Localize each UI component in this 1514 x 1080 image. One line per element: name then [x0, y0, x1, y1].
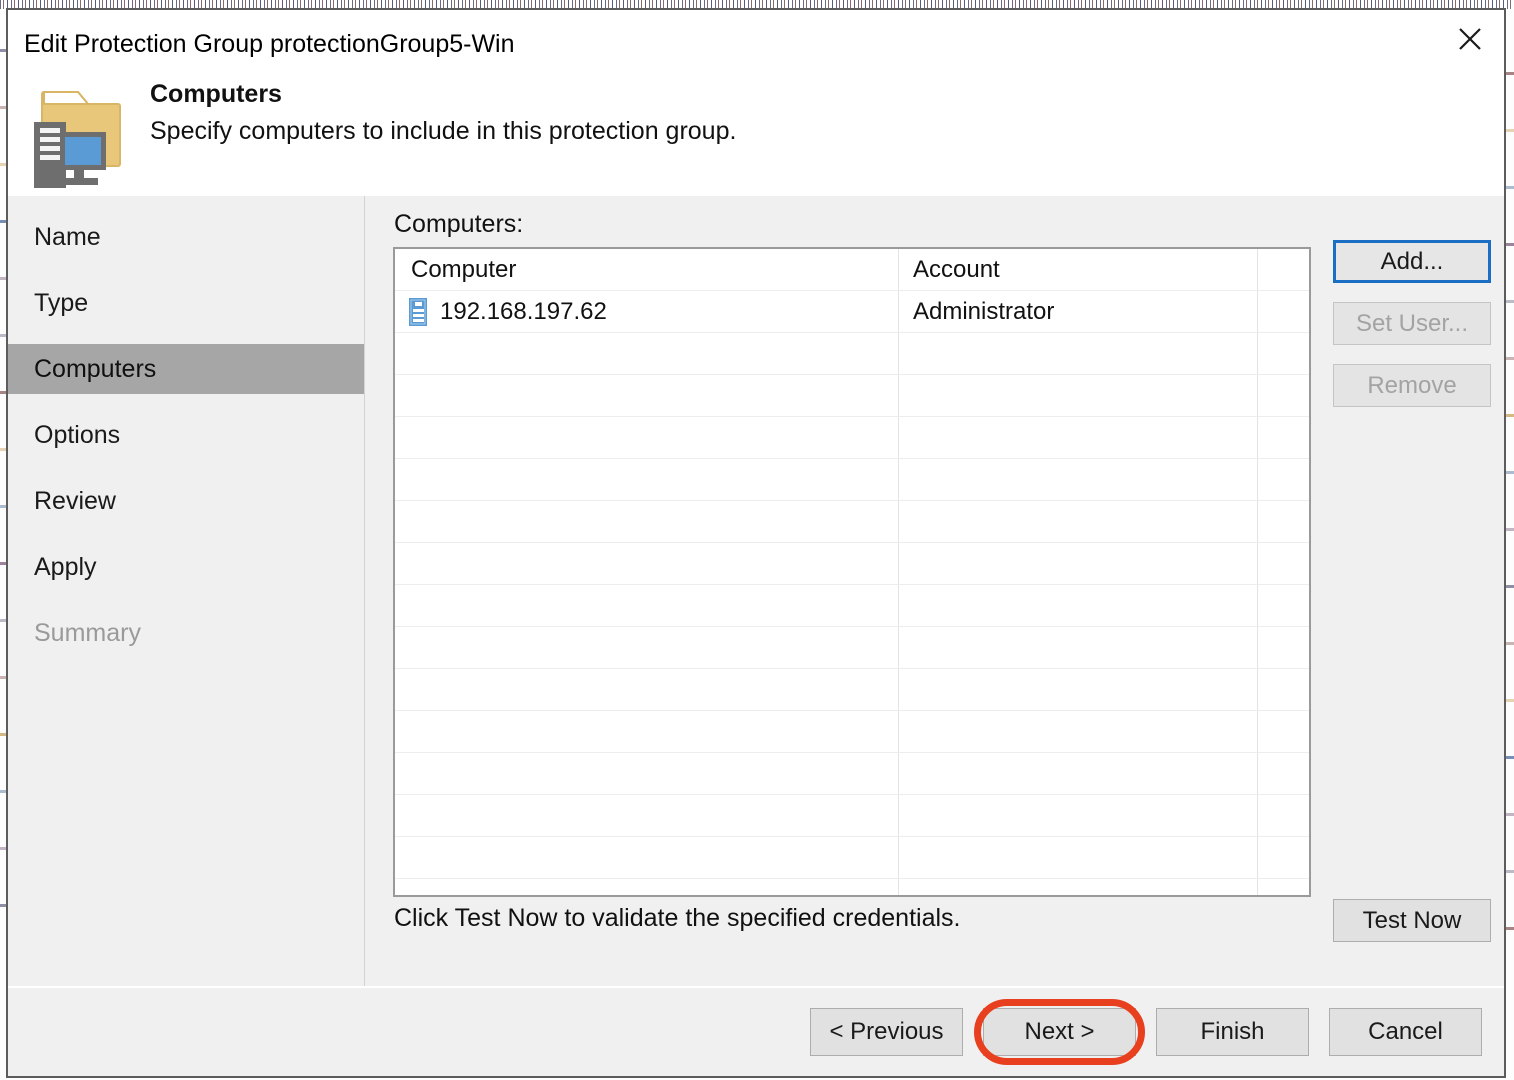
background-fleck: [1506, 357, 1514, 360]
next-button[interactable]: Next >: [983, 1008, 1136, 1056]
edit-protection-group-dialog: Edit Protection Group protectionGroup5-W…: [6, 8, 1506, 1078]
screen: Edit Protection Group protectionGroup5-W…: [0, 0, 1514, 1080]
cell-computer: 192.168.197.62: [409, 291, 607, 333]
background-fleck: [1506, 471, 1514, 474]
background-fleck: [1506, 699, 1514, 702]
sidebar-item-label: Name: [34, 222, 101, 251]
sidebar-item-summary: Summary: [8, 608, 364, 658]
background-fleck: [1506, 870, 1514, 873]
sidebar-item-label: Review: [34, 486, 116, 515]
background-fleck: [1506, 186, 1514, 189]
page-title: Computers: [150, 80, 282, 108]
table-row-empty[interactable]: [395, 627, 1309, 669]
test-now-button[interactable]: Test Now: [1333, 899, 1491, 942]
sidebar-item-apply[interactable]: Apply: [8, 542, 364, 592]
column-header-account[interactable]: Account: [913, 249, 1000, 291]
sidebar-item-label: Type: [34, 288, 89, 317]
background-window-right-edge: [1506, 9, 1514, 1080]
background-fleck: [1506, 756, 1514, 759]
sidebar-item-label: Options: [34, 420, 121, 449]
remove-button: Remove: [1333, 364, 1491, 407]
background-fleck: [1506, 72, 1514, 75]
background-fleck: [1506, 642, 1514, 645]
previous-button[interactable]: < Previous: [810, 1008, 963, 1056]
dialog-body: Name Type Computers Options Review Apply Summa…: [8, 196, 1504, 986]
computer-name: 192.168.197.62: [440, 298, 607, 325]
table-row-empty[interactable]: [395, 417, 1309, 459]
page-subtitle: Specify computers to include in this pro…: [150, 116, 737, 145]
background-fleck: [1506, 129, 1514, 132]
background-fleck: [1506, 813, 1514, 816]
dialog-footer: < Previous Next > Finish Cancel: [8, 986, 1504, 1076]
sidebar-item-type[interactable]: Type: [8, 278, 364, 328]
column-header-computer[interactable]: Computer: [411, 249, 516, 291]
sidebar-item-computers[interactable]: Computers: [8, 344, 364, 394]
row-separator: [395, 878, 1309, 879]
table-row-empty[interactable]: [395, 837, 1309, 879]
background-fleck: [1506, 528, 1514, 531]
table-row-empty[interactable]: [395, 501, 1309, 543]
table-row-empty[interactable]: [395, 333, 1309, 375]
table-row-empty[interactable]: [395, 711, 1309, 753]
table-row-empty[interactable]: [395, 753, 1309, 795]
table-row[interactable]: 192.168.197.62 Administrator: [395, 291, 1309, 333]
finish-button[interactable]: Finish: [1156, 1008, 1309, 1056]
background-fleck: [1506, 243, 1514, 246]
sidebar-item-label: Apply: [34, 552, 97, 581]
computers-table[interactable]: Computer Account 192.168.197.62 Administra…: [393, 247, 1311, 897]
window-title: Edit Protection Group protectionGroup5-W…: [24, 30, 515, 58]
table-row-empty[interactable]: [395, 795, 1309, 837]
table-row-empty[interactable]: [395, 669, 1309, 711]
cancel-button[interactable]: Cancel: [1329, 1008, 1482, 1056]
sidebar-item-name[interactable]: Name: [8, 212, 364, 262]
background-fleck: [1506, 927, 1514, 930]
set-user-button: Set User...: [1333, 302, 1491, 345]
wizard-step-sidebar: Name Type Computers Options Review Apply Summa…: [8, 196, 364, 986]
credentials-hint: Click Test Now to validate the specified…: [394, 904, 961, 932]
sidebar-item-review[interactable]: Review: [8, 476, 364, 526]
table-header-row: Computer Account: [395, 249, 1309, 291]
computers-list-label: Computers:: [394, 210, 524, 238]
table-row-empty[interactable]: [395, 585, 1309, 627]
background-fleck: [1506, 300, 1514, 303]
computer-folder-icon: [30, 82, 126, 192]
cell-account: Administrator: [913, 298, 1055, 325]
computers-pane: Computers: Computer Account 192.168.197.6…: [365, 196, 1504, 986]
sidebar-item-label: Summary: [34, 618, 141, 647]
table-row-empty[interactable]: [395, 375, 1309, 417]
background-fleck: [1506, 585, 1514, 588]
background-fleck: [1506, 414, 1514, 417]
dialog-header: Edit Protection Group protectionGroup5-W…: [8, 10, 1504, 196]
header-text-block: Computers Specify computers to include i…: [150, 80, 736, 146]
table-row-empty[interactable]: [395, 543, 1309, 585]
sidebar-item-label: Computers: [34, 354, 157, 383]
server-icon: [409, 298, 427, 326]
close-button[interactable]: [1436, 10, 1504, 68]
sidebar-item-options[interactable]: Options: [8, 410, 364, 460]
close-icon: [1457, 26, 1483, 52]
table-row-empty[interactable]: [395, 459, 1309, 501]
add-button[interactable]: Add...: [1333, 240, 1491, 283]
